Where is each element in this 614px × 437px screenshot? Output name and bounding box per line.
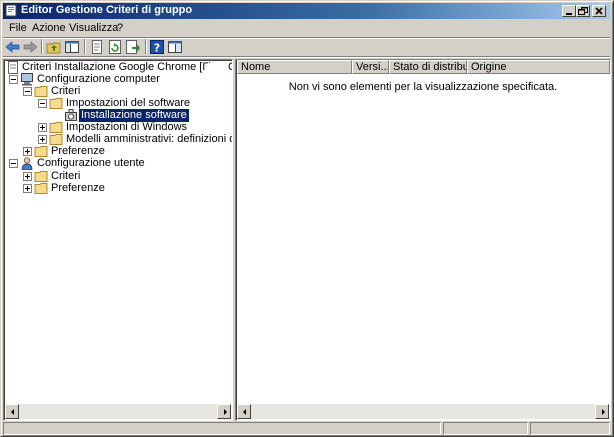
status-cell-main <box>3 422 441 435</box>
collapse-toggle[interactable] <box>9 75 18 84</box>
scroll-left-button[interactable] <box>237 404 251 419</box>
close-icon <box>595 7 603 15</box>
tree-item-label: Configurazione utente <box>37 157 145 169</box>
show-hide-tree-icon[interactable] <box>64 39 80 55</box>
scroll-right-button[interactable] <box>595 404 609 419</box>
tree-horizontal-scrollbar[interactable] <box>5 404 231 419</box>
list-horizontal-scrollbar[interactable] <box>237 404 609 419</box>
toolbar-separator <box>41 39 43 54</box>
help-icon[interactable]: ? <box>149 39 165 55</box>
tree-item-user-preferenze[interactable]: Preferenze <box>6 182 232 195</box>
toolbar: ? <box>3 38 610 56</box>
show-hide-action-pane-icon[interactable] <box>167 39 183 55</box>
properties-icon[interactable] <box>89 39 105 55</box>
expand-toggle[interactable] <box>38 123 47 132</box>
minimize-button[interactable] <box>562 5 576 17</box>
expand-toggle[interactable] <box>23 184 32 193</box>
expand-toggle[interactable] <box>23 147 32 156</box>
toolbar-separator <box>145 39 147 54</box>
collapse-toggle[interactable] <box>38 99 47 108</box>
status-bar <box>3 422 610 435</box>
arrow-left-icon <box>243 409 246 415</box>
menu-file[interactable]: File <box>9 22 27 34</box>
minimize-icon <box>566 13 572 15</box>
column-header-nome[interactable]: Nome <box>237 60 352 74</box>
svg-text:?: ? <box>154 42 160 55</box>
toolbar-separator <box>84 39 86 54</box>
scroll-right-button[interactable] <box>217 404 231 419</box>
arrow-right-icon <box>224 409 227 415</box>
column-header-stato-distribuzione[interactable]: Stato di distribu... <box>389 60 467 74</box>
app-window: Editor Gestione Criteri di gruppo File A… <box>0 0 614 437</box>
folder-icon <box>34 183 48 194</box>
arrow-left-icon <box>11 409 14 415</box>
user-icon <box>21 157 33 170</box>
forward-arrow-icon[interactable] <box>22 39 38 55</box>
gpo-editor-icon <box>5 4 17 17</box>
status-cell-3 <box>530 422 610 435</box>
refresh-icon[interactable] <box>107 39 123 55</box>
window-title: Editor Gestione Criteri di gruppo <box>21 4 193 16</box>
menu-azione[interactable]: Azione <box>32 22 66 34</box>
collapse-toggle[interactable] <box>9 159 18 168</box>
scroll-left-button[interactable] <box>5 404 19 419</box>
status-cell-2 <box>443 422 528 435</box>
collapse-toggle[interactable] <box>23 87 32 96</box>
column-header-versione[interactable]: Versi... <box>352 60 389 74</box>
restore-button[interactable] <box>576 5 590 17</box>
export-list-icon[interactable] <box>125 39 141 55</box>
column-header-origine[interactable]: Origine <box>467 60 610 74</box>
tree-pane[interactable]: Criteri Installazione Google Chrome [Γ˙ … <box>3 59 233 421</box>
up-folder-icon[interactable] <box>46 39 62 55</box>
tree-item-label: Preferenze <box>51 182 105 194</box>
expand-toggle[interactable] <box>38 135 47 144</box>
restore-icon <box>578 7 588 15</box>
menu-visualizza[interactable]: Visualizza <box>69 22 118 34</box>
menu-bar: File Azione Visualizza ? <box>3 20 610 37</box>
tree-item-user-config[interactable]: Configurazione utente <box>6 157 232 170</box>
back-arrow-icon[interactable] <box>5 39 21 55</box>
close-button[interactable] <box>592 5 606 17</box>
title-bar[interactable]: Editor Gestione Criteri di gruppo <box>3 3 610 19</box>
list-pane[interactable]: Nome Versi... Stato di distribu... Origi… <box>235 59 611 421</box>
toolbar-bottom-separator <box>3 56 610 58</box>
arrow-right-icon <box>602 409 605 415</box>
expand-toggle[interactable] <box>23 172 32 181</box>
menu-help[interactable]: ? <box>117 22 123 34</box>
empty-list-message: Non vi sono elementi per la visualizzazi… <box>288 81 558 93</box>
